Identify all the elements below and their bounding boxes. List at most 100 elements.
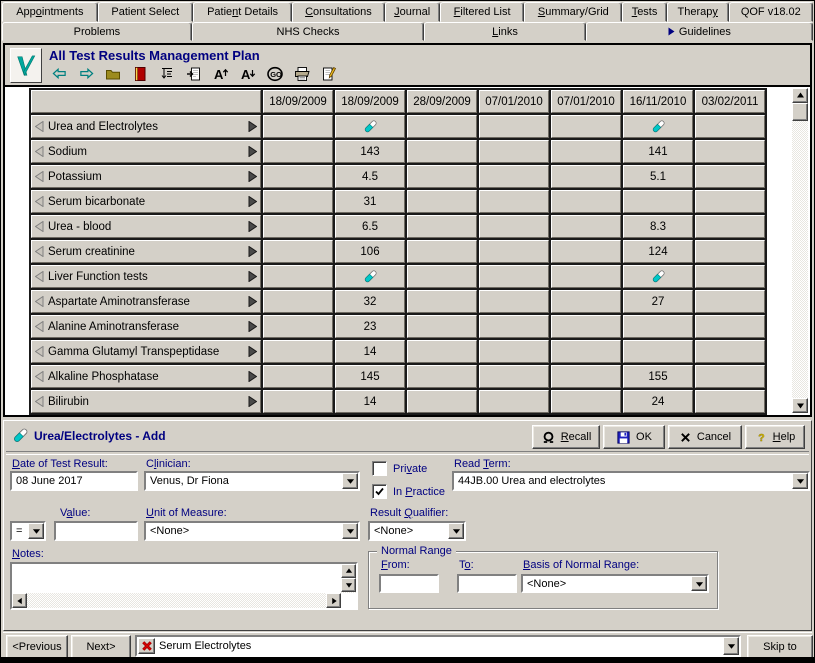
result-cell[interactable] <box>263 165 333 188</box>
row-right-arrow-icon[interactable] <box>248 146 257 157</box>
result-cell[interactable]: 141 <box>623 140 693 163</box>
result-qualifier-select[interactable]: <None> <box>368 521 466 541</box>
result-cell[interactable] <box>263 365 333 388</box>
result-cell[interactable] <box>407 340 477 363</box>
table-vertical-scrollbar[interactable] <box>792 88 808 413</box>
result-cell[interactable] <box>479 165 549 188</box>
result-cell[interactable] <box>551 265 621 288</box>
dropdown-arrow-icon[interactable] <box>691 576 707 591</box>
result-cell[interactable] <box>623 265 693 288</box>
row-label-liver-function-tests[interactable]: Liver Function tests <box>31 265 261 288</box>
tab-links[interactable]: Links <box>424 22 586 41</box>
result-cell[interactable] <box>695 140 765 163</box>
result-cell[interactable] <box>479 190 549 213</box>
result-cell[interactable] <box>479 340 549 363</box>
result-cell[interactable] <box>551 315 621 338</box>
row-left-arrow-icon[interactable] <box>35 171 44 182</box>
result-cell[interactable] <box>407 240 477 263</box>
date-column-header[interactable]: 07/01/2010 <box>479 90 549 113</box>
result-cell[interactable]: 106 <box>335 240 405 263</box>
row-label-urea-and-electrolytes[interactable]: Urea and Electrolytes <box>31 115 261 138</box>
row-left-arrow-icon[interactable] <box>35 196 44 207</box>
row-left-arrow-icon[interactable] <box>35 346 44 357</box>
result-cell[interactable] <box>263 340 333 363</box>
result-cell[interactable] <box>263 140 333 163</box>
sort-list-icon[interactable] <box>155 64 179 83</box>
result-cell[interactable] <box>551 340 621 363</box>
dropdown-arrow-icon[interactable] <box>342 523 358 539</box>
result-cell[interactable] <box>407 215 477 238</box>
scroll-down-icon[interactable] <box>341 578 356 592</box>
result-cell[interactable]: 155 <box>623 365 693 388</box>
result-cell[interactable]: 5.1 <box>623 165 693 188</box>
row-left-arrow-icon[interactable] <box>35 396 44 407</box>
row-label-urea-blood[interactable]: Urea - blood <box>31 215 261 238</box>
unit-of-measure-select[interactable]: <None> <box>144 521 360 541</box>
scroll-right-icon[interactable] <box>326 593 341 608</box>
tab-consultations[interactable]: Consultations <box>292 2 384 22</box>
result-cell[interactable]: 145 <box>335 365 405 388</box>
result-cell[interactable] <box>551 215 621 238</box>
forward-arrow-icon[interactable] <box>74 64 98 83</box>
result-cell[interactable] <box>479 215 549 238</box>
result-cell[interactable] <box>407 315 477 338</box>
result-cell[interactable]: 8.3 <box>623 215 693 238</box>
result-cell[interactable] <box>551 390 621 413</box>
date-column-header[interactable]: 03/02/2011 <box>695 90 765 113</box>
row-label-bilirubin[interactable]: Bilirubin <box>31 390 261 413</box>
back-arrow-icon[interactable] <box>47 64 71 83</box>
result-cell[interactable] <box>479 290 549 313</box>
row-label-potassium[interactable]: Potassium <box>31 165 261 188</box>
row-right-arrow-icon[interactable] <box>248 221 257 232</box>
date-column-header[interactable]: 18/09/2009 <box>263 90 333 113</box>
tab-nhs-checks[interactable]: NHS Checks <box>192 22 424 41</box>
row-right-arrow-icon[interactable] <box>248 396 257 407</box>
result-cell[interactable] <box>695 390 765 413</box>
import-page-icon[interactable] <box>182 64 206 83</box>
result-cell[interactable] <box>551 240 621 263</box>
dropdown-arrow-icon[interactable] <box>342 473 358 489</box>
tab-tests[interactable]: Tests <box>622 2 667 22</box>
result-cell[interactable] <box>695 240 765 263</box>
result-cell[interactable] <box>695 290 765 313</box>
clinician-select[interactable]: Venus, Dr Fiona <box>144 471 360 491</box>
tab-therapy[interactable]: Therapy <box>667 2 729 22</box>
row-right-arrow-icon[interactable] <box>248 296 257 307</box>
next-button[interactable]: Next> <box>71 635 131 659</box>
date-column-header[interactable]: 28/09/2009 <box>407 90 477 113</box>
help-button[interactable]: ? Help <box>745 425 805 449</box>
date-column-header[interactable]: 16/11/2010 <box>623 90 693 113</box>
result-cell[interactable] <box>407 115 477 138</box>
row-left-arrow-icon[interactable] <box>35 371 44 382</box>
row-right-arrow-icon[interactable] <box>248 196 257 207</box>
row-left-arrow-icon[interactable] <box>35 146 44 157</box>
date-column-header[interactable]: 07/01/2010 <box>551 90 621 113</box>
row-left-arrow-icon[interactable] <box>35 321 44 332</box>
private-checkbox[interactable]: Private <box>372 461 427 476</box>
result-cell[interactable] <box>695 165 765 188</box>
result-cell[interactable] <box>335 115 405 138</box>
result-cell[interactable] <box>695 115 765 138</box>
in-practice-checkbox[interactable]: In Practice <box>372 484 445 499</box>
result-cell[interactable]: 124 <box>623 240 693 263</box>
result-cell[interactable] <box>407 265 477 288</box>
result-cell[interactable] <box>263 240 333 263</box>
row-label-serum-creatinine[interactable]: Serum creatinine <box>31 240 261 263</box>
edit-page-icon[interactable] <box>317 64 341 83</box>
tab-filtered-list[interactable]: Filtered List <box>440 2 525 22</box>
tab-patient-select[interactable]: Patient Select <box>98 2 193 22</box>
notes-vertical-scrollbar[interactable] <box>341 564 356 593</box>
folder-icon[interactable] <box>101 64 125 83</box>
result-cell[interactable] <box>551 165 621 188</box>
result-cell[interactable] <box>551 115 621 138</box>
from-input[interactable] <box>379 574 439 593</box>
row-right-arrow-icon[interactable] <box>248 271 257 282</box>
tab-journal[interactable]: Journal <box>385 2 440 22</box>
result-cell[interactable] <box>263 315 333 338</box>
result-cell[interactable]: 24 <box>623 390 693 413</box>
result-cell[interactable]: 6.5 <box>335 215 405 238</box>
tab-problems[interactable]: Problems <box>2 22 192 41</box>
row-label-alanine-aminotransferase[interactable]: Alanine Aminotransferase <box>31 315 261 338</box>
recall-button[interactable]: Recall <box>532 425 600 449</box>
go-icon[interactable]: GO <box>263 64 287 83</box>
